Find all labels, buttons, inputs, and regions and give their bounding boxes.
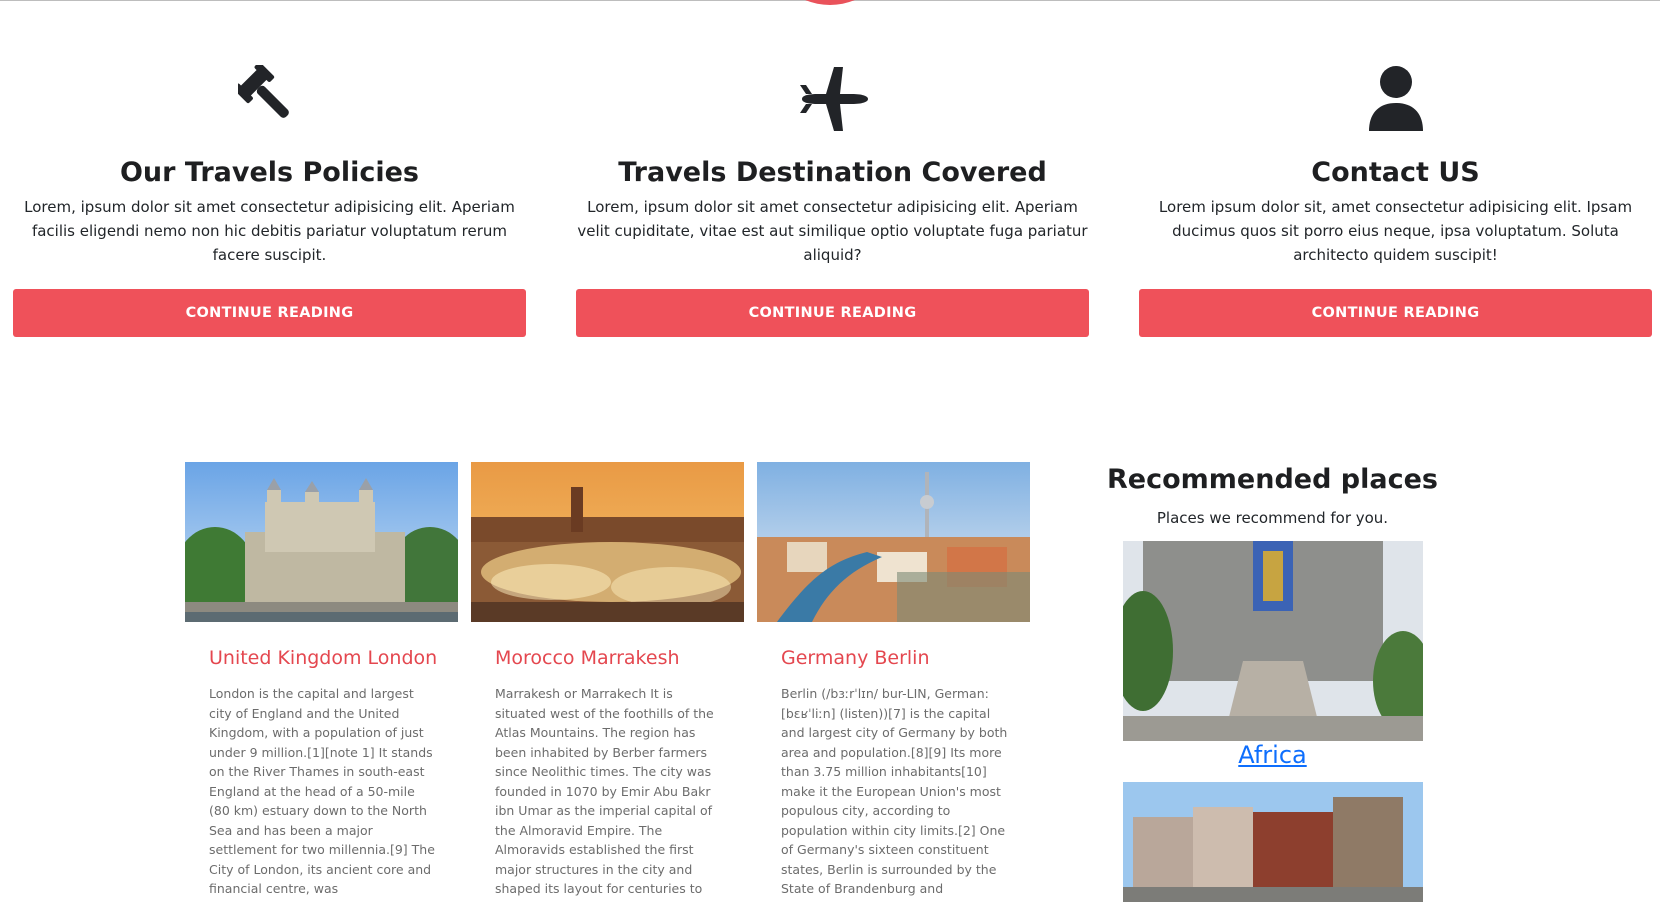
place-link-africa[interactable]: Africa: [1100, 741, 1445, 769]
user-icon: [1139, 65, 1652, 133]
card-london: United Kingdom London London is the capi…: [185, 462, 458, 902]
card-berlin: Germany Berlin Berlin (/bɜːrˈlɪn/ bur-LI…: [757, 462, 1030, 902]
card-title[interactable]: Germany Berlin: [781, 646, 1010, 670]
card-text: Berlin (/bɜːrˈlɪn/ bur-LIN, German: [bɛʁ…: [781, 686, 1008, 902]
continue-reading-button[interactable]: CONTINUE READING: [576, 289, 1089, 337]
feature-destinations: Travels Destination Covered Lorem, ipsum…: [576, 65, 1089, 267]
feature-text: Lorem ipsum dolor sit, amet consectetur …: [1158, 198, 1633, 264]
card-text: London is the capital and largest city o…: [209, 686, 435, 896]
feature-title: Travels Destination Covered: [618, 157, 1047, 188]
berlin-photo: [757, 462, 1030, 622]
second-place-photo[interactable]: [1122, 782, 1423, 902]
card-text: Marrakesh or Marrakech It is situated we…: [495, 686, 723, 902]
feature-title: Our Travels Policies: [119, 157, 419, 188]
card-title[interactable]: Morocco Marrakesh: [495, 646, 724, 670]
marrakesh-photo: [471, 462, 744, 622]
feature-title: Contact US: [1311, 157, 1480, 188]
africa-photo[interactable]: [1122, 541, 1423, 741]
feature-text: Lorem, ipsum dolor sit amet consectetur …: [24, 198, 515, 264]
continue-reading-button[interactable]: CONTINUE READING: [1139, 289, 1652, 337]
london-photo: [185, 462, 458, 622]
recommended-subtitle: Places we recommend for you.: [1156, 509, 1389, 527]
recommended-places: Recommended places Places we recommend f…: [1100, 462, 1445, 902]
card-title[interactable]: United Kingdom London: [209, 646, 438, 670]
card-marrakesh: Morocco Marrakesh Marrakesh or Marrakech…: [471, 462, 744, 902]
plane-icon: [576, 65, 1089, 133]
recommended-title: Recommended places: [1106, 464, 1438, 495]
continue-reading-button[interactable]: CONTINUE READING: [13, 289, 526, 337]
gavel-icon: [13, 65, 526, 133]
feature-text: Lorem, ipsum dolor sit amet consectetur …: [577, 198, 1088, 264]
feature-policies: Our Travels Policies Lorem, ipsum dolor …: [13, 65, 526, 267]
top-accent-notch: [765, 0, 895, 5]
feature-contact: Contact US Lorem ipsum dolor sit, amet c…: [1139, 65, 1652, 267]
